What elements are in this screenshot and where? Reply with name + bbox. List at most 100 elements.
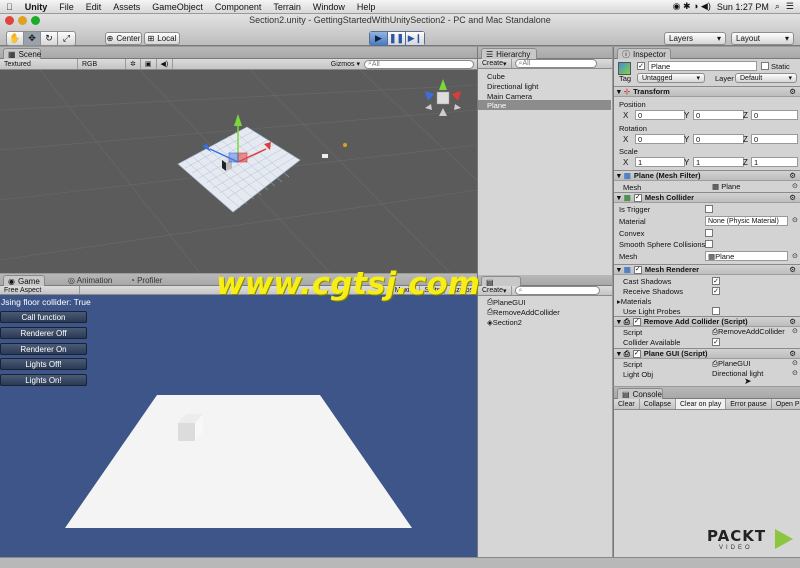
collider-available-checkbox[interactable]: ✓ bbox=[712, 338, 720, 346]
rotation-x-field[interactable]: 0 bbox=[635, 134, 685, 144]
component-menu-icon[interactable]: ⚙ bbox=[789, 171, 796, 180]
object-picker-icon[interactable]: ⊙ bbox=[792, 359, 798, 367]
scene-search-input[interactable]: ⌕ All bbox=[364, 59, 474, 69]
renderer-on-button[interactable]: Renderer On bbox=[0, 343, 87, 355]
layer-dropdown[interactable]: Default ▾ bbox=[735, 73, 797, 83]
light-probes-checkbox[interactable] bbox=[712, 307, 720, 315]
console-error-pause-button[interactable]: Error pause bbox=[726, 399, 772, 409]
audio-toggle-icon[interactable]: ◀) bbox=[157, 59, 174, 69]
menu-assets[interactable]: Assets bbox=[107, 2, 146, 12]
convex-checkbox[interactable] bbox=[705, 229, 713, 237]
pivot-center-button[interactable]: ⊕ Center bbox=[105, 32, 142, 45]
receive-shadows-checkbox[interactable]: ✓ bbox=[712, 287, 720, 295]
menu-terrain[interactable]: Terrain bbox=[267, 2, 307, 12]
menu-unity[interactable]: Unity bbox=[19, 2, 54, 12]
hierarchy-create-button[interactable]: Create ▾ bbox=[478, 59, 512, 68]
scale-z-field[interactable]: 1 bbox=[751, 157, 798, 167]
menu-edit[interactable]: Edit bbox=[80, 2, 108, 12]
menu-window[interactable]: Window bbox=[307, 2, 351, 12]
step-icon[interactable]: ▶❙ bbox=[406, 32, 424, 45]
console-collapse-button[interactable]: Collapse bbox=[640, 399, 676, 409]
layers-dropdown[interactable]: Layers ▾ bbox=[664, 32, 726, 45]
mesh-collider-header[interactable]: ▾ ▦ ✓ Mesh Collider ⚙ bbox=[614, 192, 800, 203]
move-tool-icon[interactable]: ✥ bbox=[24, 32, 41, 45]
light-obj-value[interactable]: Directional light bbox=[712, 369, 763, 378]
rotation-z-field[interactable]: 0 bbox=[751, 134, 798, 144]
spotlight-icon[interactable]: ⌕ bbox=[775, 1, 780, 12]
material-field[interactable]: None (Physic Material) bbox=[705, 216, 788, 226]
layout-dropdown[interactable]: Layout ▾ bbox=[731, 32, 794, 45]
remove-add-collider-checkbox[interactable]: ✓ bbox=[632, 317, 641, 326]
object-picker-icon[interactable]: ⊙ bbox=[792, 327, 798, 335]
tab-animation[interactable]: ◎ Animation bbox=[68, 276, 112, 285]
aspect-dropdown[interactable]: Free Aspect bbox=[0, 286, 80, 294]
rotate-tool-icon[interactable]: ↻ bbox=[41, 32, 58, 45]
play-icon[interactable]: ▶ bbox=[370, 32, 388, 45]
component-menu-icon[interactable]: ⚙ bbox=[789, 317, 796, 326]
project-item-planegui[interactable]: ⎙ PlaneGUI bbox=[478, 297, 611, 307]
pause-icon[interactable]: ❚❚ bbox=[388, 32, 406, 45]
call-function-button[interactable]: Call function bbox=[0, 311, 87, 323]
mesh-renderer-header[interactable]: ▾ ▦ ✓ Mesh Renderer ⚙ bbox=[614, 264, 800, 275]
object-picker-icon[interactable]: ⊙ bbox=[792, 182, 798, 190]
menu-help[interactable]: Help bbox=[351, 2, 382, 12]
tab-profiler[interactable]: ◔ Profiler bbox=[130, 276, 162, 285]
object-picker-icon[interactable]: ⊙ bbox=[792, 216, 798, 224]
console-clear-on-play-button[interactable]: Clear on play bbox=[675, 399, 727, 409]
tab-hierarchy[interactable]: ☰ Hierarchy bbox=[481, 48, 537, 59]
hand-tool-icon[interactable]: ✋ bbox=[7, 32, 24, 45]
position-z-field[interactable]: 0 bbox=[751, 110, 798, 120]
gizmos-dropdown[interactable]: Gizmos ▾ bbox=[327, 60, 364, 68]
render-mode-dropdown[interactable]: Textured bbox=[0, 59, 78, 69]
tag-dropdown[interactable]: Untagged ▾ bbox=[637, 73, 705, 83]
position-x-field[interactable]: 0 bbox=[635, 110, 685, 120]
status-icons[interactable]: ◉ ✱ ◑ ◀) bbox=[673, 1, 711, 12]
plane-gui-checkbox[interactable]: ✓ bbox=[632, 349, 641, 358]
apple-icon[interactable]:  bbox=[0, 2, 19, 12]
position-y-field[interactable]: 0 bbox=[693, 110, 744, 120]
menu-component[interactable]: Component bbox=[209, 2, 268, 12]
menu-gameobject[interactable]: GameObject bbox=[146, 2, 209, 12]
component-menu-icon[interactable]: ⚙ bbox=[789, 349, 796, 358]
game-viewport[interactable]: Jsing floor collider: True Call function… bbox=[0, 295, 477, 557]
object-picker-icon[interactable]: ⊙ bbox=[792, 252, 798, 260]
tab-game[interactable]: ◉ Game bbox=[3, 275, 45, 286]
tab-console[interactable]: ▤ Console bbox=[617, 388, 663, 399]
mesh-filter-value[interactable]: ▦ Plane bbox=[712, 182, 740, 191]
component-menu-icon[interactable]: ⚙ bbox=[789, 87, 796, 96]
transform-header[interactable]: ▾ ⊹ Transform ⚙ bbox=[614, 86, 800, 97]
lighting-toggle-icon[interactable]: ✲ bbox=[126, 59, 141, 69]
clock[interactable]: Sun 1:27 PM bbox=[717, 2, 769, 12]
scene-viewport[interactable] bbox=[0, 70, 477, 273]
console-open-player-log-button[interactable]: Open Player Lo bbox=[772, 399, 800, 409]
lights-off-button[interactable]: Lights Off! bbox=[0, 358, 87, 370]
project-item-section2[interactable]: ◈ Section2 bbox=[478, 317, 611, 327]
scale-y-field[interactable]: 1 bbox=[693, 157, 744, 167]
project-search-input[interactable]: ⌕ bbox=[514, 286, 600, 295]
object-name-field[interactable]: Plane bbox=[648, 61, 757, 71]
console-clear-button[interactable]: Clear bbox=[614, 399, 640, 409]
list-icon[interactable]: ☰ bbox=[786, 1, 794, 12]
tab-inspector[interactable]: ⓘ Inspector bbox=[617, 48, 671, 59]
hierarchy-item-directional-light[interactable]: Directional light bbox=[478, 81, 611, 91]
color-mode-dropdown[interactable]: RGB bbox=[78, 59, 126, 69]
static-checkbox[interactable] bbox=[761, 62, 769, 70]
pivot-local-button[interactable]: ⊞ Local bbox=[144, 32, 180, 45]
mesh-filter-header[interactable]: ▾ ▦ Plane (Mesh Filter) ⚙ bbox=[614, 170, 800, 181]
smooth-checkbox[interactable] bbox=[705, 240, 713, 248]
scale-tool-icon[interactable]: ⤢ bbox=[58, 32, 75, 45]
hierarchy-item-cube[interactable]: Cube bbox=[478, 71, 611, 81]
mesh-collider-checkbox[interactable]: ✓ bbox=[633, 193, 642, 202]
scale-x-field[interactable]: 1 bbox=[635, 157, 685, 167]
mesh-renderer-checkbox[interactable]: ✓ bbox=[633, 265, 642, 274]
tab-scene[interactable]: ▦ Scene bbox=[3, 48, 41, 59]
collider-mesh-field[interactable]: ▦ Plane bbox=[705, 251, 788, 261]
component-menu-icon[interactable]: ⚙ bbox=[789, 265, 796, 274]
active-checkbox[interactable]: ✓ bbox=[637, 62, 645, 70]
renderer-off-button[interactable]: Renderer Off bbox=[0, 327, 87, 339]
menu-file[interactable]: File bbox=[53, 2, 80, 12]
lights-on-button[interactable]: Lights On! bbox=[0, 374, 87, 386]
object-picker-icon[interactable]: ⊙ bbox=[792, 369, 798, 377]
is-trigger-checkbox[interactable] bbox=[705, 205, 713, 213]
component-menu-icon[interactable]: ⚙ bbox=[789, 193, 796, 202]
